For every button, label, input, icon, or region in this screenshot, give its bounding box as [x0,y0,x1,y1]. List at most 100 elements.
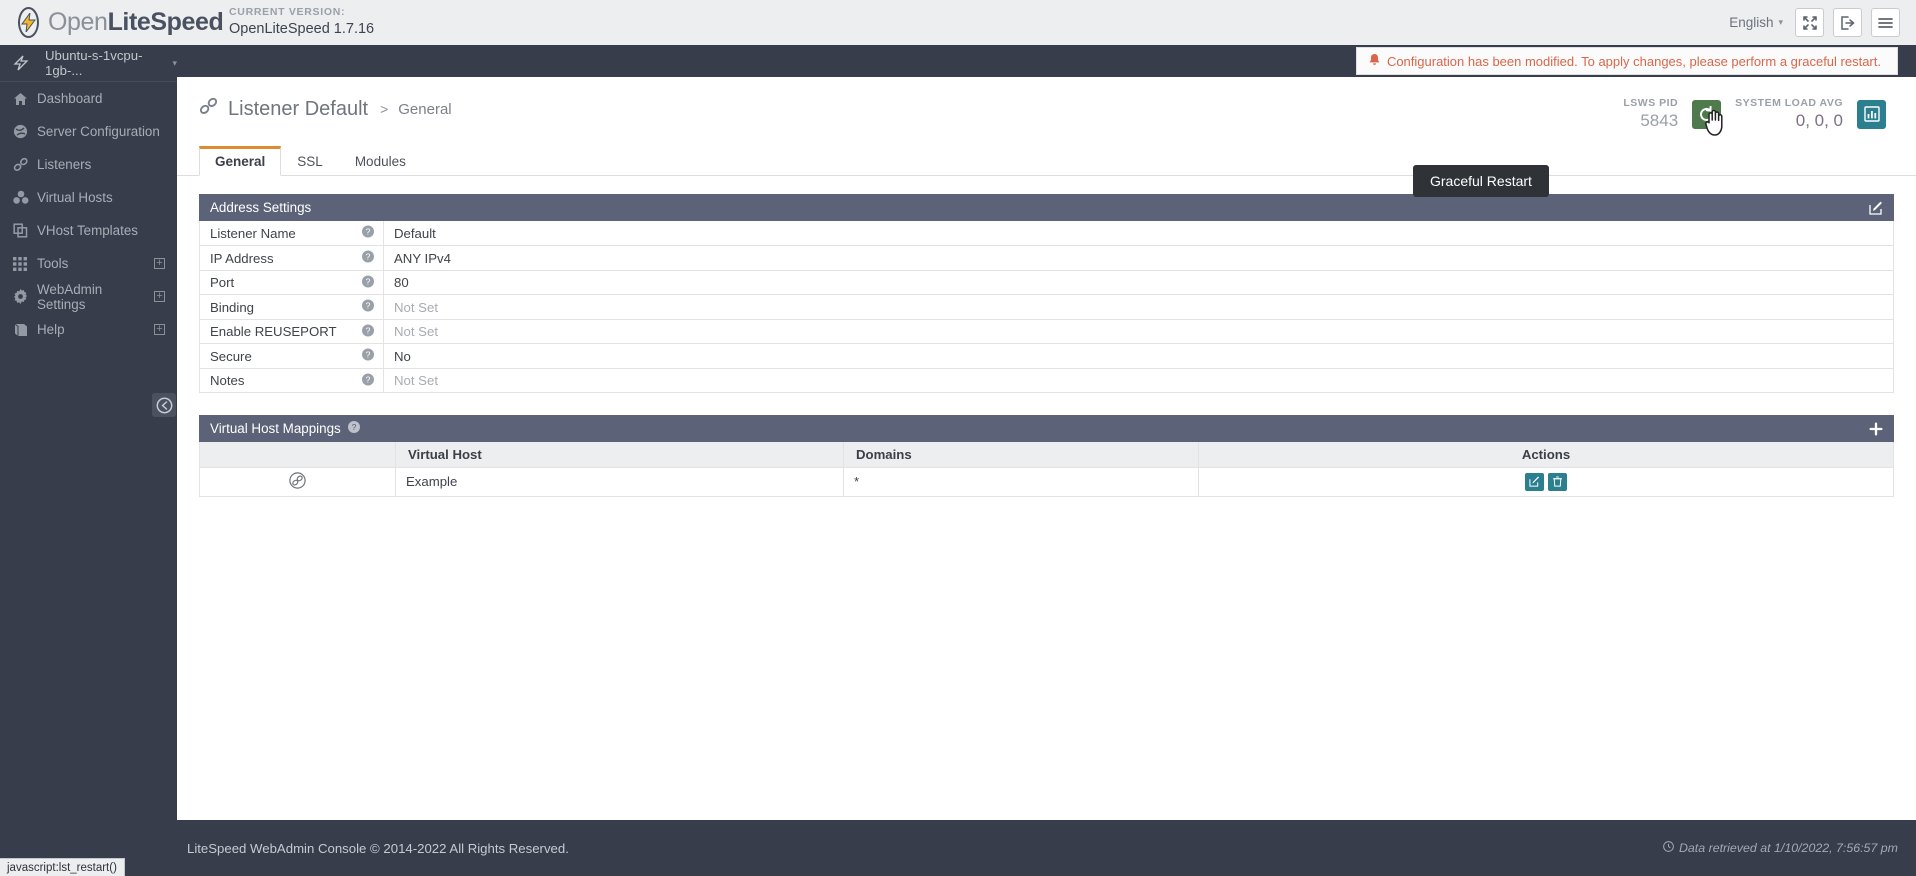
question-circle-icon[interactable]: ? [362,373,374,388]
row-key-label: Notes [210,373,245,389]
question-circle-icon[interactable]: ? [362,250,374,266]
top-bar: OpenLiteSpeed CURRENT VERSION: OpenLiteS… [0,0,1916,45]
sidebar-item-server-configuration[interactable]: Server Configuration [0,115,177,148]
graceful-restart-tooltip: Graceful Restart [1413,165,1549,197]
question-circle-icon[interactable]: ? [362,299,374,315]
address-settings-header: Address Settings [199,194,1894,222]
svg-text:?: ? [366,276,371,286]
clock-icon [1663,841,1674,855]
version-block: CURRENT VERSION: OpenLiteSpeed 1.7.16 [229,6,374,39]
page-header: Listener Default > General LSWS PID 5843… [177,77,1916,136]
footer-timestamp: Data retrieved at 1/10/2022, 7:56:57 pm [1663,841,1898,855]
row-key: Listener Name ? [199,221,384,247]
link-icon [199,97,219,121]
lsws-pid-value: 5843 [1640,111,1679,131]
sidebar-item-virtual-hosts[interactable]: Virtual Hosts [0,181,177,214]
table-row: Example * [199,467,1894,497]
question-circle-icon[interactable]: ? [362,324,374,339]
sidebar-item-listeners[interactable]: Listeners [0,148,177,181]
globe-icon [13,124,37,139]
logout-button[interactable] [1833,8,1862,37]
row-value: Not Set [383,294,1894,320]
question-circle-icon[interactable]: ? [347,421,360,436]
graceful-restart-button[interactable] [1692,99,1723,136]
server-stats: LSWS PID 5843 SYSTEM LOAD AVG 0, 0, 0 [1623,97,1894,136]
language-selector[interactable]: English ▾ [1726,11,1786,34]
hamburger-menu-button[interactable] [1871,8,1900,37]
row-key: Notes ? [199,368,384,394]
cubes-icon [13,190,37,205]
lsws-pid-label: LSWS PID [1623,97,1679,109]
svg-text:?: ? [366,252,371,262]
edit-mapping-button[interactable] [1525,472,1544,491]
sidebar-item-vhost-templates[interactable]: VHost Templates [0,214,177,247]
tab-general[interactable]: General [199,146,282,177]
tab-ssl[interactable]: SSL [281,146,339,176]
notification-text: Configuration has been modified. To appl… [1386,53,1881,69]
lightning-icon [13,55,37,71]
sidebar-collapse-button[interactable] [152,393,176,417]
chevron-down-icon: ▾ [1778,17,1783,27]
sidebar-item-label: VHost Templates [37,223,138,238]
table-row: Binding ? Not Set [199,294,1894,320]
server-selector[interactable]: Ubuntu-s-1vcpu-1gb-... ▾ [0,45,177,82]
delete-mapping-button[interactable] [1548,472,1567,491]
link-circle-icon [289,472,306,492]
sidebar-item-help[interactable]: Help + [0,313,177,346]
question-circle-icon[interactable]: ? [362,275,374,290]
sidebar-item-label: Help [37,322,65,337]
brand-logo-area[interactable]: OpenLiteSpeed [0,7,224,38]
language-label: English [1729,15,1774,30]
row-key-label: IP Address [210,250,274,266]
page-title: Listener Default > General [199,97,452,121]
expand-icon[interactable]: + [154,291,165,302]
row-key-label: Port [210,275,235,291]
page-title-text: Listener Default [228,97,369,120]
row-key-label: Listener Name [210,225,296,241]
sidebar-item-label: Dashboard [37,91,103,106]
system-load-stat: SYSTEM LOAD AVG 0, 0, 0 [1735,97,1843,131]
svg-text:?: ? [366,350,371,360]
system-load-value: 0, 0, 0 [1795,111,1843,131]
sidebar-item-dashboard[interactable]: Dashboard [0,82,177,115]
svg-text:?: ? [366,227,371,237]
sidebar-item-label: Server Configuration [37,124,160,139]
gear-icon [13,289,37,304]
row-value: 80 [383,270,1894,296]
row-key-label: Secure [210,348,252,364]
openlitespeed-logo-icon [18,7,39,38]
column-header-actions: Actions [1198,442,1894,468]
brand-open: Open [48,8,108,36]
sidebar-item-label: WebAdmin Settings [37,281,103,312]
copy-icon [13,223,37,238]
table-row: Secure ? No [199,343,1894,369]
expand-icon[interactable]: + [154,258,165,269]
edit-address-settings-button[interactable] [1869,201,1883,215]
question-circle-icon[interactable]: ? [362,348,374,364]
vhost-mappings-header: Virtual Host Mappings ? [199,415,1894,443]
svg-text:?: ? [366,374,371,384]
sidebar-item-tools[interactable]: Tools + [0,247,177,280]
cell-virtual-host: Example [395,467,844,497]
realtime-stats-button[interactable] [1857,99,1886,129]
expand-icon[interactable]: + [154,324,165,335]
row-key-label: Binding [210,299,254,315]
question-circle-icon[interactable]: ? [362,225,374,241]
notification-bar: Configuration has been modified. To appl… [177,45,1916,77]
sidebar-item-webadmin-settings[interactable]: WebAdmin Settings + [0,280,177,313]
sidebar-item-label: Listeners [37,157,92,172]
row-key: Port ? [199,270,384,296]
address-settings-table: Listener Name ? Default IP Address ? ANY… [199,221,1894,394]
sidebar-item-label: Virtual Hosts [37,190,113,205]
browser-status-bar: javascript:lst_restart() [0,858,125,876]
row-value: Not Set [383,319,1894,345]
vhost-mappings-title: Virtual Host Mappings [210,421,341,437]
fullscreen-button[interactable] [1795,8,1824,37]
table-row: Listener Name ? Default [199,221,1894,247]
row-key: Secure ? [199,343,384,369]
tab-modules[interactable]: Modules [339,146,422,176]
footer-copyright: LiteSpeed WebAdmin Console © 2014-2022 A… [187,840,569,856]
column-header-domains: Domains [843,442,1199,468]
add-vhost-mapping-button[interactable] [1869,422,1883,436]
version-label: CURRENT VERSION: [229,6,346,18]
